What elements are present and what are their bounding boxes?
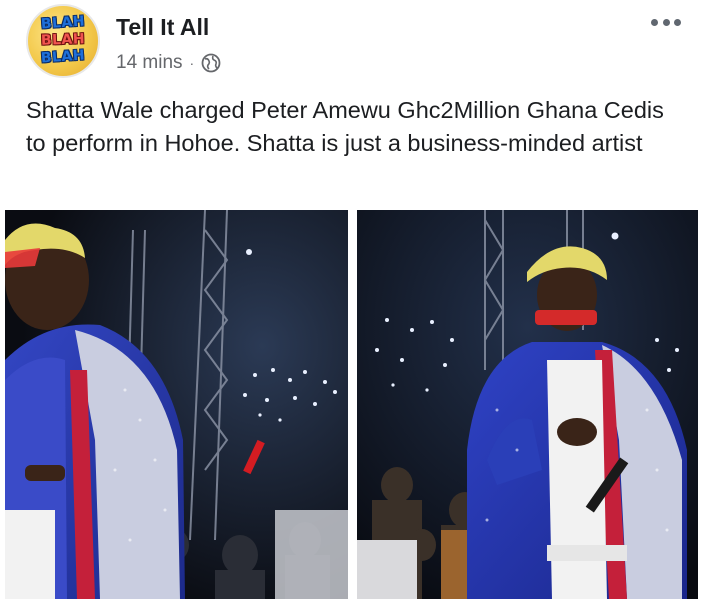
post-photo-right[interactable] <box>357 210 698 599</box>
more-options-icon[interactable] <box>651 14 681 30</box>
meta-separator: · <box>189 55 195 71</box>
page-avatar[interactable]: BLAH BLAH BLAH <box>26 4 100 78</box>
post-photo-left[interactable] <box>5 210 348 599</box>
post-meta: 14 mins · <box>116 52 221 74</box>
facebook-post: BLAH BLAH BLAH Tell It All 14 mins · Sha… <box>0 0 701 599</box>
globe-icon[interactable] <box>201 53 221 73</box>
post-caption: Shatta Wale charged Peter Amewu Ghc2Mill… <box>26 97 664 156</box>
page-name-link[interactable]: Tell It All <box>116 14 209 41</box>
post-timestamp[interactable]: 14 mins <box>116 52 183 74</box>
avatar-logo-text-3: BLAH <box>40 47 86 67</box>
